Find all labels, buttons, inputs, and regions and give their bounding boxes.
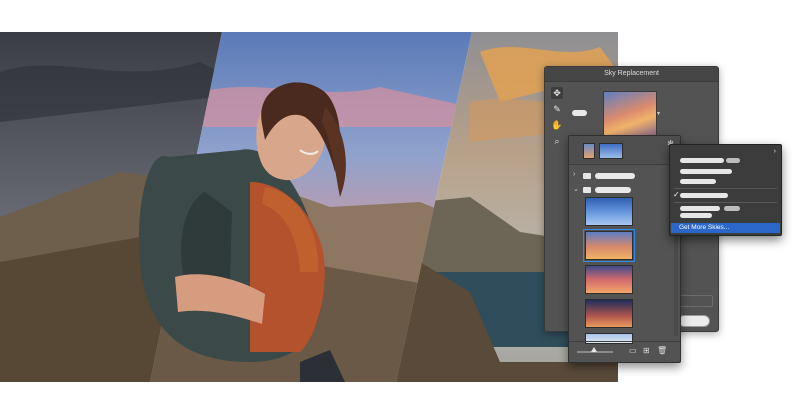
folder-icon[interactable]: ▭	[629, 347, 637, 355]
recent-sky-thumb[interactable]	[583, 143, 595, 159]
menu-item[interactable]	[670, 167, 781, 177]
sky-thumbnail[interactable]	[583, 229, 635, 262]
recent-sky-thumb[interactable]	[599, 143, 623, 159]
menu-item-label	[680, 158, 724, 163]
menu-separator	[674, 188, 777, 189]
sky-group-expanded[interactable]: ⌄	[573, 184, 676, 196]
chevron-right-icon[interactable]: ›	[573, 171, 575, 178]
menu-item[interactable]	[670, 177, 781, 187]
menu-separator	[674, 202, 777, 203]
sky-thumbnail-list	[583, 197, 635, 349]
group-name	[595, 173, 635, 179]
menu-item-label	[680, 179, 716, 184]
sky-label	[572, 110, 587, 116]
zoom-icon[interactable]: ⌕	[551, 135, 563, 147]
hand-icon[interactable]: ✋	[551, 119, 563, 131]
menu-item-shortcut	[726, 158, 740, 163]
sky-thumbnail[interactable]	[585, 299, 633, 328]
menu-item-checked[interactable]: ✓	[670, 190, 781, 201]
dialog-title: Sky Replacement	[545, 67, 718, 82]
sky-preview-swatch[interactable]	[603, 91, 657, 139]
sky-picker-popup: ✻ › ⌄ ▭ ⊞ 🗑	[568, 135, 681, 363]
picker-recent-skies: ✻	[569, 136, 680, 165]
sky-replacement-photo	[0, 32, 618, 382]
menu-item-label	[680, 213, 712, 218]
menu-item[interactable]	[670, 211, 781, 221]
group-name	[595, 187, 631, 193]
photo-composite	[0, 32, 618, 382]
sky-picker-menu: › ✓ Get More Skies...	[669, 144, 782, 236]
import-icon[interactable]: ⊞	[643, 347, 650, 355]
ok-button[interactable]	[678, 315, 710, 327]
move-icon[interactable]: ✥	[551, 87, 563, 99]
brush-icon[interactable]: ✎	[551, 103, 563, 115]
menu-item-label	[680, 169, 732, 174]
sky-thumbnail[interactable]	[585, 197, 633, 226]
menu-item[interactable]	[670, 156, 781, 166]
chevron-right-icon: ›	[773, 148, 776, 155]
folder-icon	[583, 187, 591, 193]
get-more-skies-item[interactable]: Get More Skies...	[671, 223, 780, 233]
sky-thumbnail[interactable]	[585, 265, 633, 294]
trash-icon[interactable]: 🗑	[657, 347, 667, 355]
chevron-down-icon[interactable]: ⌄	[573, 185, 579, 193]
slider-knob[interactable]	[591, 347, 597, 352]
sky-dropdown-arrow-icon[interactable]: ▾	[657, 91, 663, 137]
picker-footer: ▭ ⊞ 🗑	[569, 341, 680, 362]
dialog-toolbar: ✥ ✎ ✋ ⌕	[551, 87, 565, 151]
sky-group-collapsed[interactable]: ›	[573, 170, 676, 182]
checkmark-icon: ✓	[673, 190, 680, 199]
folder-icon	[583, 173, 591, 179]
menu-item-label	[680, 193, 728, 198]
